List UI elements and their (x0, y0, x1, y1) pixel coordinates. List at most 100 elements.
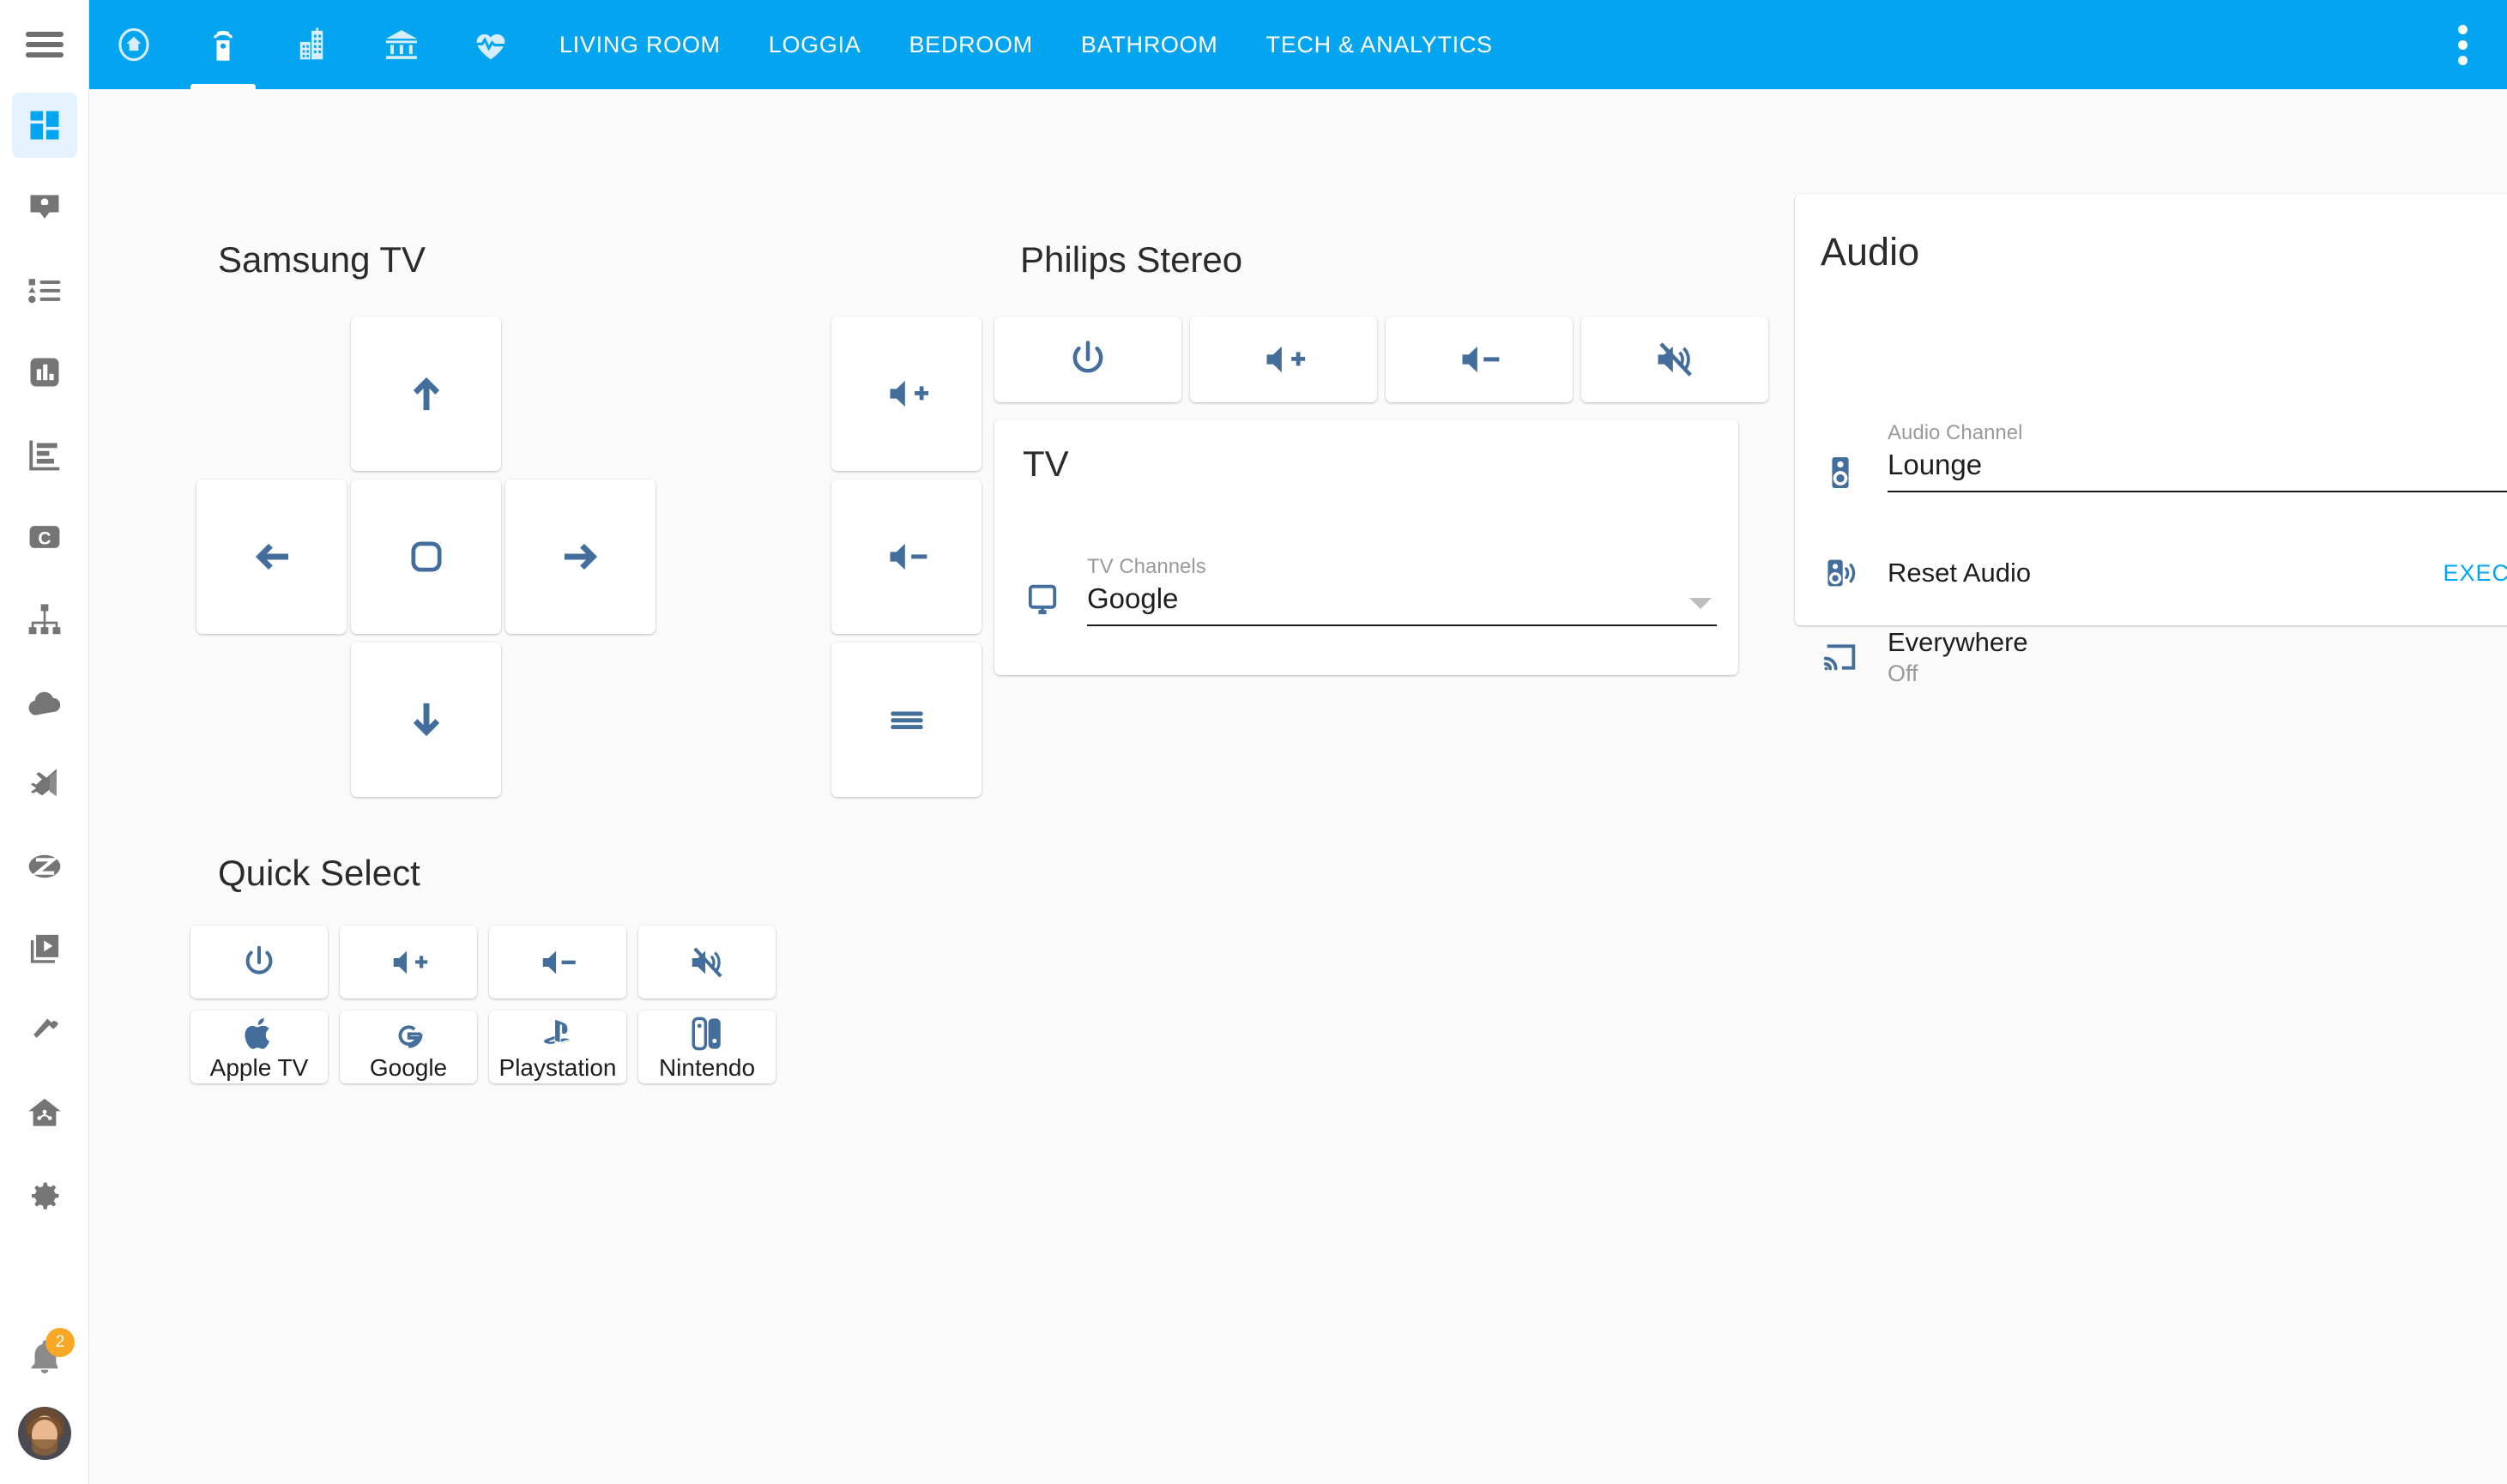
sidebar-item-history[interactable] (12, 422, 77, 487)
tab-bedroom[interactable]: BEDROOM (885, 0, 1056, 89)
cast-icon (1821, 637, 1888, 677)
reset-audio-label: Reset Audio (1888, 558, 2032, 588)
office-building-icon (293, 25, 332, 64)
svg-text:C: C (38, 528, 51, 548)
sidebar-item-smart-home[interactable] (12, 1081, 77, 1146)
hammer-icon (26, 1012, 63, 1050)
quick-power-button[interactable] (190, 926, 328, 998)
volume-mute-icon (1652, 337, 1697, 382)
quick-volume-up-button[interactable] (340, 926, 477, 998)
volume-down-button-strip[interactable] (831, 480, 982, 634)
tab-health[interactable] (446, 0, 535, 89)
bank-icon (382, 25, 421, 64)
google-g-icon (390, 1015, 427, 1053)
tab-remote[interactable] (178, 0, 268, 89)
everywhere-row: Everywhere Off (1821, 627, 2507, 687)
tv-channel-select[interactable]: TV Channels Google (1087, 555, 1717, 627)
sidebar-item-network[interactable] (12, 587, 77, 652)
sidebar-item-tools[interactable] (12, 998, 77, 1064)
source-nintendo-label: Nintendo (658, 1053, 756, 1081)
left-sidebar: C 2 (0, 0, 89, 1484)
tab-living-room[interactable]: LIVING ROOM (535, 0, 745, 89)
menu-button-strip[interactable] (831, 642, 982, 797)
philips-mute-button[interactable] (1581, 317, 1768, 402)
sidebar-item-dashboard[interactable] (11, 93, 77, 158)
arrow-down-icon (404, 697, 449, 742)
tv-card-title: TV (1023, 443, 1069, 484)
remote-control-icon (203, 25, 243, 64)
letter-c-box-icon: C (26, 518, 63, 556)
philips-power-button[interactable] (994, 317, 1181, 402)
volume-up-button-strip[interactable] (831, 317, 982, 471)
samsung-tv-dpad (188, 317, 655, 797)
dpad-left-button[interactable] (196, 480, 347, 634)
power-icon (239, 943, 279, 982)
sidebar-item-media[interactable] (12, 916, 77, 981)
dpad-up-button[interactable] (351, 317, 501, 471)
sidebar-item-cloud[interactable] (12, 669, 77, 734)
hamburger-menu-button[interactable] (0, 0, 89, 89)
rounded-square-icon (404, 534, 449, 579)
volume-plus-icon (1261, 337, 1306, 382)
source-playstation-label: Playstation (498, 1053, 617, 1081)
speaker-wireless-icon (1821, 553, 1888, 593)
tab-tech-analytics[interactable]: TECH & ANALYTICS (1242, 0, 1517, 89)
sidebar-item-code-editor[interactable] (12, 751, 77, 817)
sidebar-item-list[interactable] (12, 257, 77, 323)
chart-timeline-icon (26, 436, 63, 474)
cloud-icon (26, 683, 63, 721)
volume-plus-icon (389, 943, 428, 982)
chevron-down-icon (1689, 598, 1712, 610)
everywhere-text: Everywhere Off (1888, 626, 2507, 689)
quick-mute-button[interactable] (638, 926, 776, 998)
sidebar-footer: 2 (0, 1328, 89, 1460)
volume-mute-icon (687, 943, 727, 982)
overflow-menu-button[interactable] (2418, 0, 2507, 89)
philips-stereo-controls (994, 317, 1768, 402)
sidebar-item-zigbee[interactable] (12, 834, 77, 899)
sidebar-nav: C (11, 89, 77, 1246)
tv-channel-value: Google (1087, 582, 1179, 614)
tv-channel-label: TV Channels (1087, 555, 1206, 578)
chart-box-icon (26, 353, 63, 391)
source-nintendo-button[interactable]: Nintendo (638, 1010, 776, 1083)
source-playstation-button[interactable]: Playstation (489, 1010, 626, 1083)
sidebar-item-console[interactable]: C (12, 504, 77, 570)
tab-loggia[interactable]: LOGGIA (745, 0, 885, 89)
video-library-icon (26, 930, 63, 968)
everywhere-state: Off (1888, 660, 1918, 686)
tab-home[interactable] (89, 0, 178, 89)
source-apple-tv-button[interactable]: Apple TV (190, 1010, 328, 1083)
home-automation-icon (26, 1095, 63, 1132)
tv-card: TV TV Channels Google (994, 419, 1738, 675)
source-google-button[interactable]: Google (340, 1010, 477, 1083)
avatar-beard (32, 1439, 57, 1456)
audio-channel-label: Audio Channel (1888, 421, 2023, 444)
sidebar-item-statistics[interactable] (12, 340, 77, 405)
philips-volume-down-button[interactable] (1386, 317, 1573, 402)
dpad-right-button[interactable] (505, 480, 655, 634)
dpad-ok-button[interactable] (351, 480, 501, 634)
cog-icon (26, 1177, 63, 1215)
notifications-button[interactable]: 2 (18, 1328, 75, 1384)
playstation-icon (539, 1015, 577, 1053)
nintendo-switch-icon (688, 1015, 726, 1053)
everywhere-label: Everywhere (1888, 626, 2028, 657)
sidebar-item-contacts[interactable] (12, 175, 77, 240)
avatar[interactable] (18, 1407, 71, 1460)
quick-volume-down-button[interactable] (489, 926, 626, 998)
tab-building[interactable] (268, 0, 357, 89)
sidebar-item-settings[interactable] (12, 1163, 77, 1228)
sitemap-icon (26, 600, 63, 638)
tab-bank[interactable] (357, 0, 446, 89)
tab-bathroom[interactable]: BATHROOM (1057, 0, 1242, 89)
tv-channel-row: TV Channels Google (1023, 555, 1717, 627)
volume-strip (831, 317, 982, 805)
reset-audio-execute-button[interactable]: EXECUTE (2443, 560, 2507, 587)
audio-channel-value: Lounge (1888, 448, 1983, 480)
philips-volume-up-button[interactable] (1190, 317, 1377, 402)
audio-channel-select[interactable]: Audio Channel Lounge (1888, 421, 2507, 493)
dots-vertical-icon (2457, 24, 2468, 65)
dpad-down-button[interactable] (351, 642, 501, 797)
